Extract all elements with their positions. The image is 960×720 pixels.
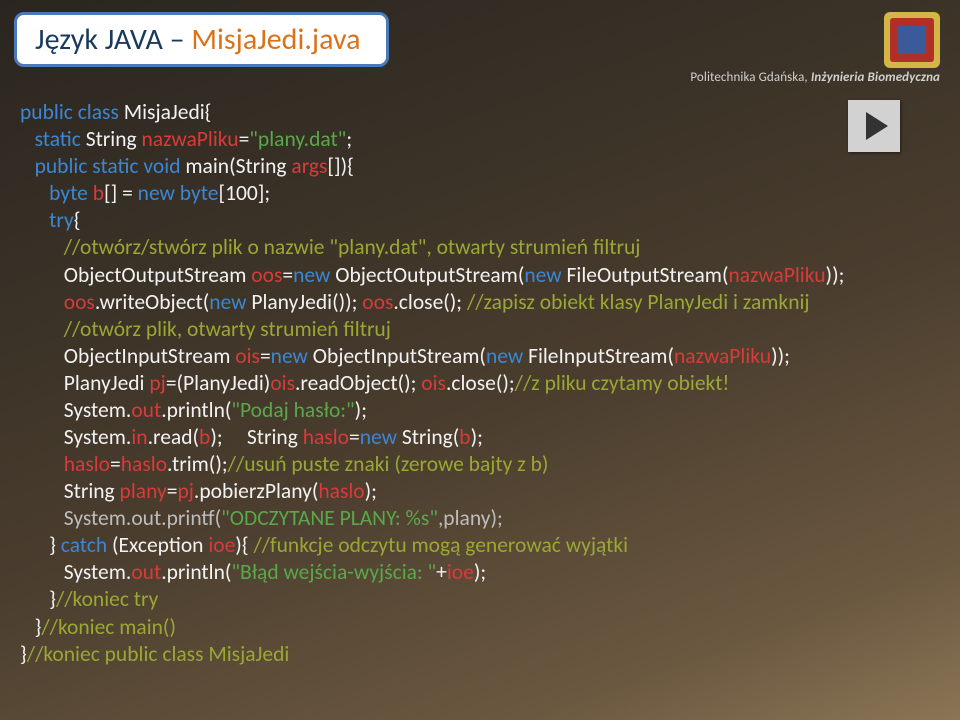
play-button[interactable]: [848, 100, 900, 152]
title-part2: MisjaJedi.java: [191, 21, 360, 58]
title-part1: Język JAVA –: [35, 21, 191, 58]
slide-title: Język JAVA – MisjaJedi.java: [14, 12, 389, 67]
code-block: public class MisjaJedi{ static String na…: [20, 72, 844, 668]
university-crest-icon: [884, 12, 940, 68]
